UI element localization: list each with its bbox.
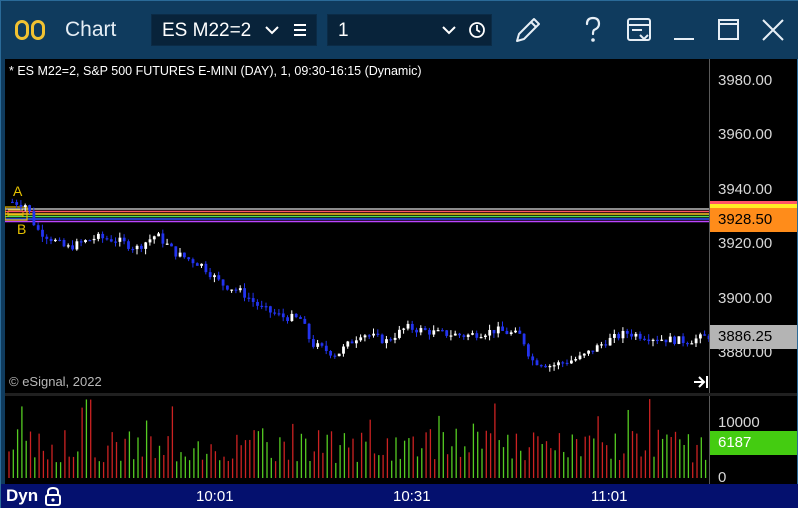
time-axis-bar[interactable]: Dyn 10:01 10:31 11:01	[1, 484, 798, 508]
window-title: Chart	[65, 18, 117, 41]
volume-chart	[8, 399, 707, 478]
price-chart-pane[interactable]: * ES M22=2, S&P 500 FUTURES E-MINI (DAY)…	[5, 59, 709, 393]
price-axis-label: 3980.00	[718, 72, 773, 89]
price-axis[interactable]: 3980.00 3960.00 3940.00 3920.00 3900.00 …	[709, 59, 797, 393]
time-axis-label: 10:31	[393, 488, 431, 505]
last-price-box: 3886.25	[710, 325, 797, 349]
minimize-icon[interactable]	[667, 13, 701, 47]
symbol-value: ES M22=2	[162, 20, 252, 41]
highlight-price-box: 3928.50	[710, 208, 797, 232]
time-axis-label: 10:01	[196, 488, 234, 505]
symbol-dropdown[interactable]: ES M22=2	[151, 14, 317, 46]
chart-window: Chart ES M22=2 1 * ES M22=2, S&P 500 FUT…	[0, 0, 798, 508]
volume-axis-label: 0	[718, 469, 727, 484]
copyright-text: © eSignal, 2022	[9, 374, 102, 389]
time-axis-label: 11:01	[591, 488, 628, 505]
list-menu-icon[interactable]	[292, 23, 308, 37]
volume-bar-series	[8, 399, 707, 478]
help-icon[interactable]	[576, 13, 610, 47]
chevron-down-icon[interactable]	[264, 24, 280, 36]
title-bar: Chart ES M22=2 1	[1, 1, 798, 59]
maximize-icon[interactable]	[711, 13, 745, 47]
chevron-down-icon[interactable]	[441, 24, 457, 36]
chart-header: * ES M22=2, S&P 500 FUTURES E-MINI (DAY)…	[9, 64, 422, 78]
close-icon[interactable]	[756, 13, 790, 47]
clock-icon[interactable]	[468, 21, 486, 39]
price-chart[interactable]	[5, 59, 709, 393]
price-axis-label: 3940.00	[718, 181, 773, 198]
price-axis-label: 3900.00	[718, 290, 773, 307]
marker-b-label: B	[17, 221, 27, 237]
marker-a-label: A	[13, 183, 23, 199]
volume-axis: 10000 6187 0	[709, 396, 797, 484]
price-axis-label: 3920.00	[718, 235, 773, 252]
volume-pane[interactable]	[5, 396, 709, 484]
volume-axis-label: 10000	[718, 414, 760, 431]
dynamic-mode-label[interactable]: Dyn	[6, 486, 38, 506]
template-icon[interactable]	[622, 13, 656, 47]
interval-value: 1	[338, 20, 349, 41]
pencil-icon[interactable]	[511, 13, 545, 47]
price-axis-label: 3960.00	[718, 126, 773, 143]
last-volume-box: 6187	[710, 431, 797, 455]
lock-icon[interactable]	[44, 486, 62, 506]
interval-dropdown[interactable]: 1	[327, 14, 492, 46]
app-logo-icon	[15, 18, 53, 42]
scroll-to-end-icon[interactable]	[693, 375, 709, 389]
candlestick-series	[11, 198, 709, 372]
